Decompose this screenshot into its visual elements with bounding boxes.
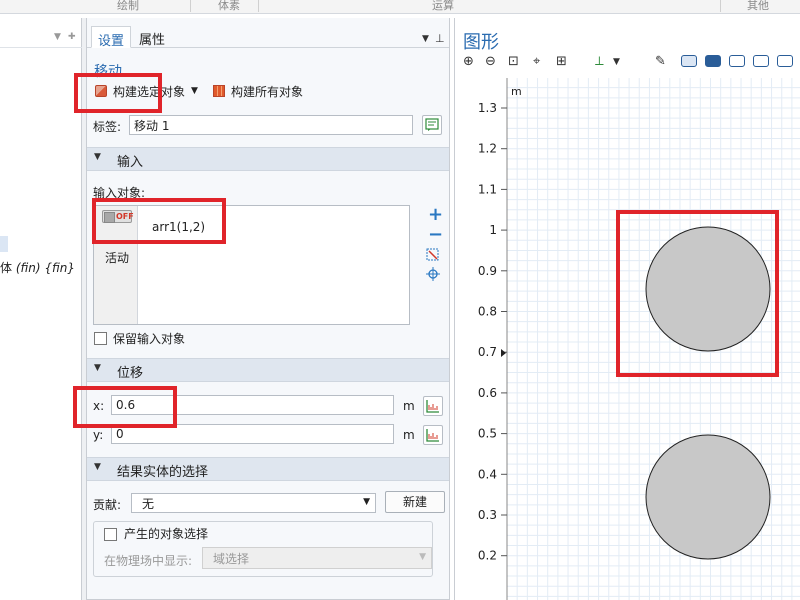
select-boundaries-icon[interactable] bbox=[729, 55, 745, 67]
circle-object-lower[interactable] bbox=[645, 434, 771, 560]
range-icon bbox=[426, 400, 439, 413]
chevron-down-icon[interactable]: ▼ bbox=[613, 57, 620, 67]
active-label: 活动 bbox=[105, 251, 130, 265]
y-tick-label: 0.6 bbox=[478, 386, 497, 400]
y-tick-label: 0.4 bbox=[478, 467, 497, 481]
tab-properties[interactable]: 属性 bbox=[133, 26, 171, 48]
show-in-physics-label: 在物理场中显示: bbox=[104, 554, 193, 568]
y-tick-label: 0.7 bbox=[478, 345, 497, 359]
label-input[interactable] bbox=[129, 115, 413, 135]
settings-tabs: 设置 属性 ▼ ⊥ bbox=[87, 22, 449, 49]
model-tree-header: ▼ ✚ bbox=[0, 18, 82, 48]
resulting-selection-group: 产生的对象选择 在物理场中显示: 域选择 ▼ bbox=[93, 521, 433, 577]
axis-orientation-icon[interactable]: ⟂ bbox=[595, 54, 604, 69]
select-objects-icon[interactable] bbox=[681, 55, 697, 67]
unit-label: m bbox=[511, 85, 522, 98]
result-selection-section-title: 结果实体的选择 bbox=[117, 465, 209, 480]
annotation-input-object bbox=[92, 198, 226, 244]
y-tick-label: 0.2 bbox=[478, 549, 497, 563]
zoom-to-selection-icon[interactable] bbox=[426, 267, 440, 281]
y-tick-label: 0.9 bbox=[478, 264, 497, 278]
contribute-value: 无 bbox=[142, 497, 155, 511]
resulting-selection-checkbox[interactable] bbox=[104, 528, 117, 541]
zoom-selected-icon[interactable]: ⌖ bbox=[533, 54, 540, 69]
y-range-button[interactable] bbox=[423, 425, 443, 445]
y-label: y: bbox=[93, 428, 104, 442]
y-tick-label: 0.3 bbox=[478, 508, 497, 522]
x-unit: m bbox=[403, 399, 415, 413]
input-section-header[interactable]: ▼ 输入 bbox=[87, 147, 449, 171]
ribbon-group-other: 其他 bbox=[747, 0, 769, 12]
ribbon-group-operations: 运算 bbox=[432, 0, 454, 12]
chevron-down-icon: ▼ bbox=[419, 552, 426, 562]
keep-input-checkbox[interactable] bbox=[94, 332, 107, 345]
pin-icon[interactable]: ✚ bbox=[68, 32, 76, 42]
tree-node-text: 体 bbox=[0, 261, 13, 275]
pin-icon[interactable]: ⊥ bbox=[435, 32, 445, 45]
y-tick-label: 1.1 bbox=[478, 182, 497, 196]
ribbon-group-draw: 绘制 bbox=[117, 0, 139, 12]
build-all-icon bbox=[213, 85, 225, 97]
ribbon-group-bar: 绘制 体素 运算 其他 bbox=[0, 0, 800, 14]
ribbon-separator bbox=[720, 0, 721, 12]
tree-node-tag: (fin) {fin} bbox=[15, 261, 76, 275]
show-in-physics-select[interactable]: 域选择 ▼ bbox=[202, 547, 432, 569]
input-section-title: 输入 bbox=[117, 155, 144, 170]
collapse-icon: ▼ bbox=[94, 363, 101, 373]
resulting-selection-label: 产生的对象选择 bbox=[124, 527, 209, 541]
select-domains-icon[interactable] bbox=[705, 55, 721, 67]
y-tick-label: 1.2 bbox=[478, 142, 497, 156]
graphics-title: 图形 bbox=[463, 32, 499, 53]
y-tick-label: 1 bbox=[489, 223, 497, 237]
annotation-x-displacement bbox=[73, 386, 177, 428]
result-selection-section-header[interactable]: ▼ 结果实体的选择 bbox=[87, 457, 449, 481]
tree-node-label[interactable]: 体 (fin) {fin} bbox=[0, 259, 75, 276]
note-icon bbox=[425, 118, 439, 131]
tree-selected-node[interactable] bbox=[0, 236, 8, 252]
y-tick-label: 1.3 bbox=[478, 101, 497, 115]
ribbon-group-primitives: 体素 bbox=[218, 0, 240, 12]
new-button[interactable]: 新建 bbox=[385, 491, 445, 513]
select-points-icon[interactable] bbox=[753, 55, 769, 67]
remove-icon[interactable]: − bbox=[428, 226, 443, 244]
annotation-moved-object bbox=[616, 210, 779, 377]
build-all-label: 构建所有对象 bbox=[231, 84, 304, 99]
annotation-build-selected bbox=[74, 73, 162, 113]
displacement-section-title: 位移 bbox=[117, 366, 144, 381]
edit-icon[interactable]: ✎ bbox=[655, 54, 666, 69]
zoom-out-icon[interactable]: ⊖ bbox=[485, 54, 496, 69]
keep-input-label: 保留输入对象 bbox=[113, 332, 186, 346]
ribbon-separator bbox=[190, 0, 191, 12]
contribute-label: 贡献: bbox=[93, 498, 122, 512]
ribbon-separator bbox=[258, 0, 259, 12]
y-tick-label: 0.5 bbox=[478, 427, 497, 441]
select-more-icon[interactable] bbox=[777, 55, 793, 67]
add-icon[interactable]: + bbox=[428, 206, 443, 224]
show-in-physics-value: 域选择 bbox=[213, 552, 250, 566]
graphics-toolbar: ⊕ ⊖ ⊡ ⌖ ⊞ ⟂ ▼ ✎ bbox=[455, 52, 800, 72]
collapse-icon: ▼ bbox=[94, 152, 101, 162]
clear-selection-icon[interactable] bbox=[426, 248, 440, 262]
range-icon bbox=[426, 429, 439, 442]
displacement-section-header[interactable]: ▼ 位移 bbox=[87, 358, 449, 382]
zoom-extents-icon[interactable]: ⊞ bbox=[556, 54, 567, 69]
label-note-button[interactable] bbox=[422, 115, 442, 135]
collapse-icon: ▼ bbox=[94, 462, 101, 472]
label-field-label: 标签: bbox=[93, 120, 122, 134]
zoom-box-icon[interactable]: ⊡ bbox=[508, 54, 519, 69]
panel-menu-icon[interactable]: ▼ bbox=[422, 34, 429, 44]
x-range-button[interactable] bbox=[423, 396, 443, 416]
y-tick-label: 0.8 bbox=[478, 305, 497, 319]
contribute-select[interactable]: 无 ▼ bbox=[131, 493, 376, 513]
y-unit: m bbox=[403, 428, 415, 442]
panel-menu-icon[interactable]: ▼ bbox=[54, 32, 61, 42]
chevron-down-icon[interactable]: ▼ bbox=[191, 86, 198, 96]
chevron-down-icon: ▼ bbox=[363, 497, 370, 507]
model-tree-panel: ▼ ✚ 体 (fin) {fin} bbox=[0, 18, 82, 600]
zoom-in-icon[interactable]: ⊕ bbox=[463, 54, 474, 69]
tab-settings[interactable]: 设置 bbox=[91, 26, 132, 49]
build-all-button[interactable]: 构建所有对象 bbox=[213, 81, 303, 101]
